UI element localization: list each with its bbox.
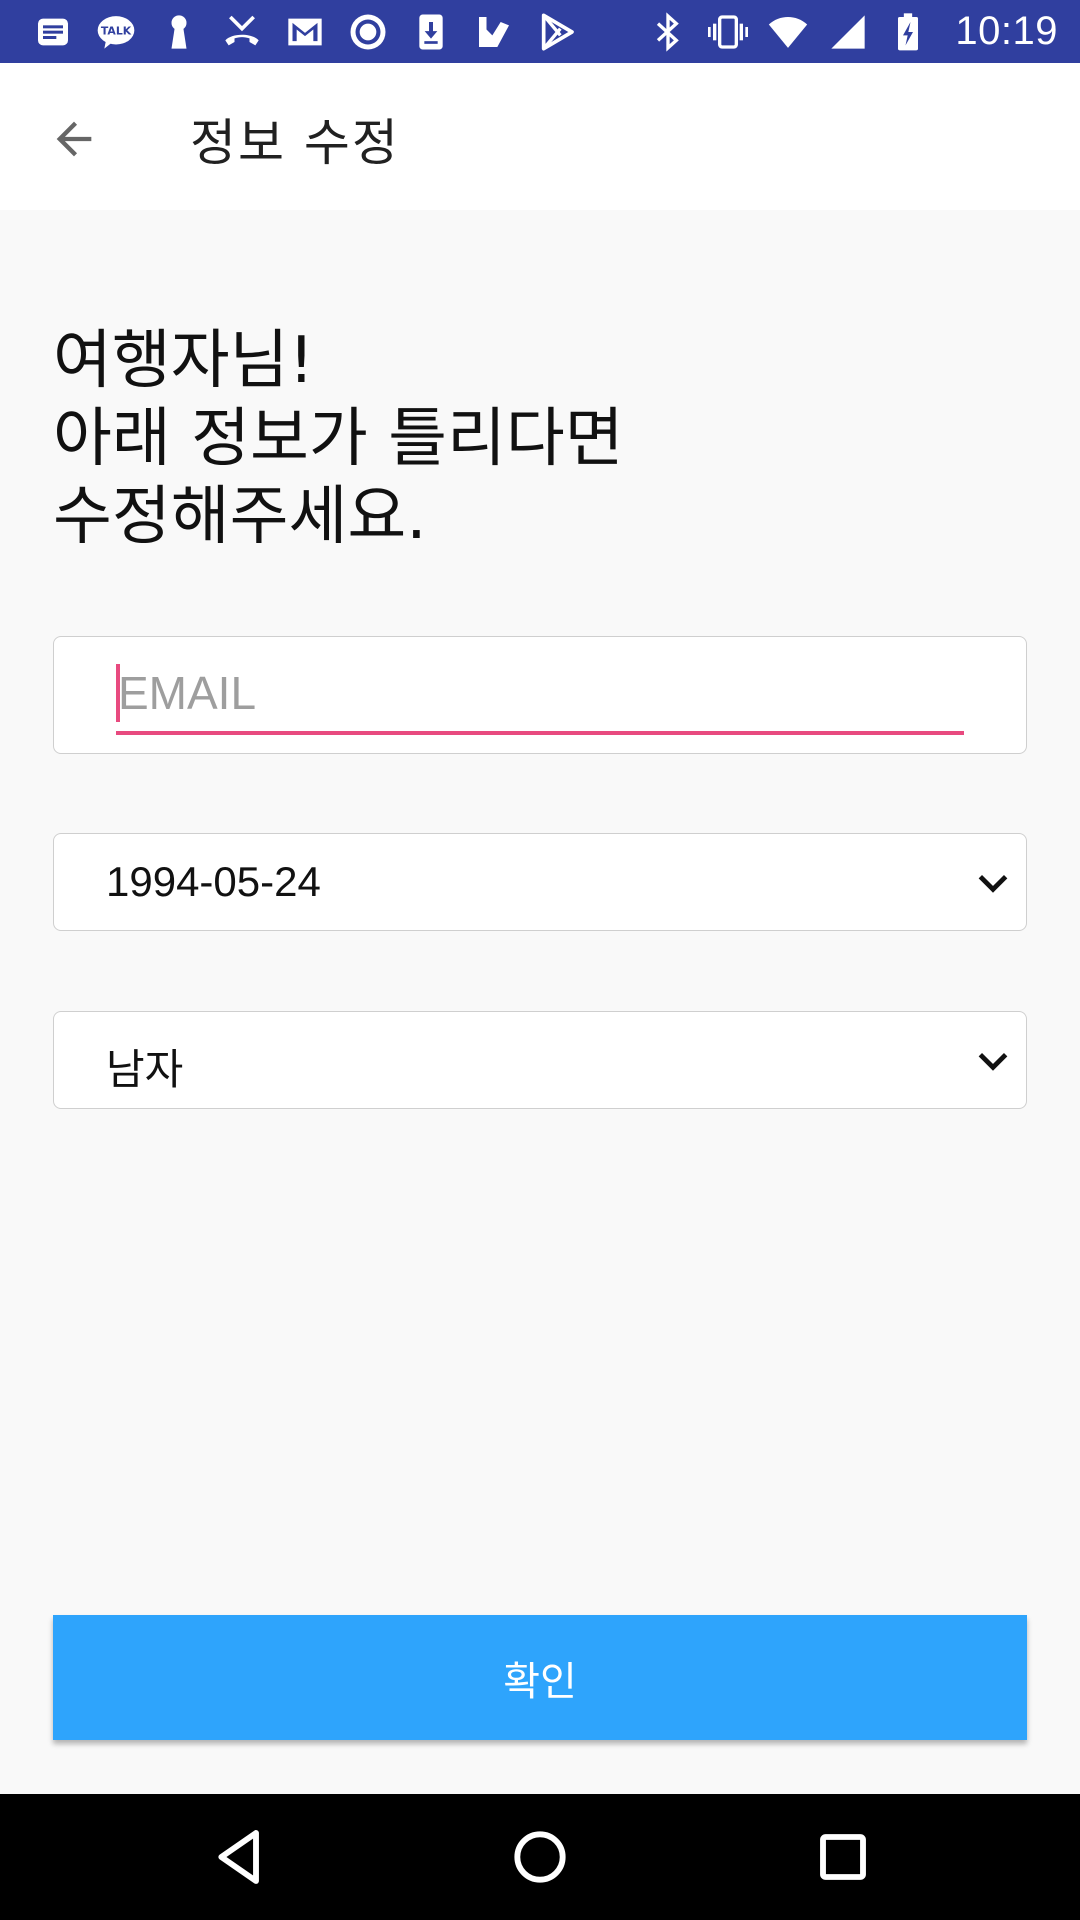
app-bar: 정보 수정 [0, 63, 1080, 210]
check-flag-icon [471, 9, 517, 55]
text-cursor [116, 664, 120, 722]
nav-back-button[interactable] [205, 1822, 275, 1892]
signal-icon [825, 9, 871, 55]
page-title: 정보 수정 [190, 114, 400, 172]
talk-icon-text: TALK [101, 24, 132, 37]
birthdate-value: 1994-05-24 [106, 858, 321, 905]
notification-icons: TALK [30, 0, 597, 63]
circle-home-icon [514, 1831, 566, 1883]
chevron-down-icon [974, 864, 1012, 902]
missed-call-icon [219, 9, 265, 55]
nav-home-button[interactable] [505, 1822, 575, 1892]
gmail-icon [282, 9, 328, 55]
notes-icon [30, 9, 76, 55]
vibrate-icon [705, 9, 751, 55]
system-icons: 10:19 [645, 0, 1058, 63]
download-icon [408, 9, 454, 55]
triangle-back-icon [218, 1830, 259, 1884]
talk-icon: TALK [93, 9, 139, 55]
wifi-icon [765, 9, 811, 55]
birthdate-select[interactable]: 1994-05-24 [53, 833, 1027, 931]
navigation-bar [0, 1794, 1080, 1920]
keyhole-icon [156, 9, 202, 55]
play-store-icon [534, 9, 580, 55]
bluetooth-icon [645, 9, 691, 55]
status-bar: TALK 10:19 [0, 0, 1080, 63]
confirm-button[interactable]: 확인 [53, 1615, 1027, 1740]
back-button[interactable] [44, 111, 104, 167]
gender-value: 남자 [106, 1046, 184, 1093]
heading: 여행자님! 아래 정보가 틀리다면 수정해주세요. [53, 324, 624, 554]
arrow-back-icon [56, 121, 92, 157]
square-recents-icon [820, 1834, 866, 1880]
chevron-down-icon [974, 1042, 1012, 1080]
email-input[interactable] [116, 655, 964, 735]
email-field [53, 636, 1027, 754]
gender-select[interactable]: 남자 [53, 1011, 1027, 1109]
record-icon [345, 9, 391, 55]
nav-recents-button[interactable] [808, 1822, 878, 1892]
battery-charging-icon [885, 9, 931, 55]
clock: 10:19 [955, 9, 1058, 53]
